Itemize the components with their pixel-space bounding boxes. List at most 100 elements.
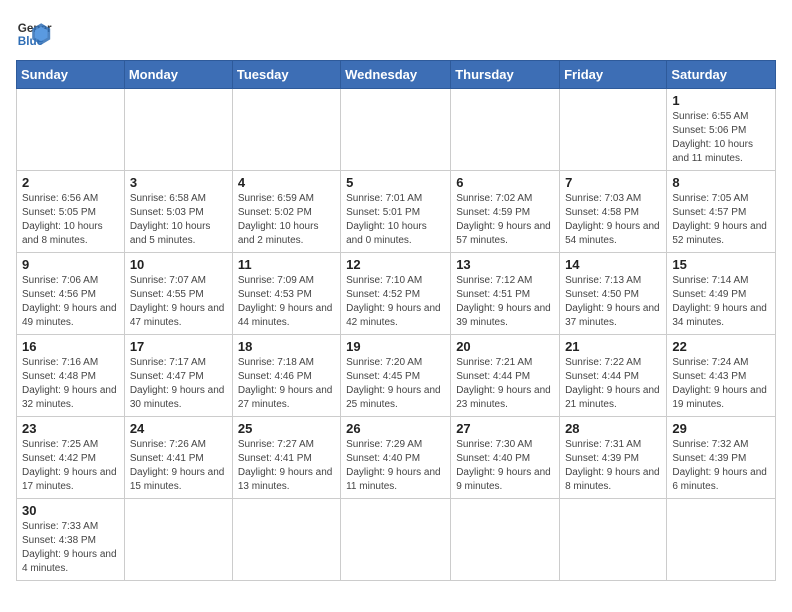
day-info: Sunrise: 7:02 AM Sunset: 4:59 PM Dayligh…: [456, 192, 554, 248]
day-number: 26: [346, 421, 445, 436]
calendar-cell: 10 Sunrise: 7:07 AM Sunset: 4:55 PM Dayli…: [124, 253, 232, 335]
calendar-cell: 6 Sunrise: 7:02 AM Sunset: 4:59 PM Daylig…: [451, 171, 560, 253]
day-number: 6: [456, 175, 554, 190]
logo-icon: General Blue: [16, 16, 52, 52]
calendar-cell: 1 Sunrise: 6:55 AM Sunset: 5:06 PM Daylig…: [667, 89, 776, 171]
day-info: Sunrise: 7:12 AM Sunset: 4:51 PM Dayligh…: [456, 274, 554, 330]
calendar-cell: 17 Sunrise: 7:17 AM Sunset: 4:47 PM Dayli…: [124, 335, 232, 417]
day-number: 29: [672, 421, 770, 436]
calendar-week-row: 30Sunrise: 7:33 AM Sunset: 4:38 PM Dayli…: [17, 499, 776, 581]
calendar-cell: 22 Sunrise: 7:24 AM Sunset: 4:43 PM Dayli…: [667, 335, 776, 417]
calendar-cell: [451, 89, 560, 171]
calendar-cell: 25Sunrise: 7:27 AM Sunset: 4:41 PM Dayli…: [232, 417, 340, 499]
calendar-cell: 15 Sunrise: 7:14 AM Sunset: 4:49 PM Dayli…: [667, 253, 776, 335]
day-number: 28: [565, 421, 661, 436]
day-number: 11: [238, 257, 335, 272]
day-number: 10: [130, 257, 227, 272]
day-number: 4: [238, 175, 335, 190]
calendar-cell: 19Sunrise: 7:20 AM Sunset: 4:45 PM Dayli…: [341, 335, 451, 417]
calendar-cell: 28 Sunrise: 7:31 AM Sunset: 4:39 PM Dayli…: [560, 417, 667, 499]
day-info: Sunrise: 6:58 AM Sunset: 5:03 PM Dayligh…: [130, 192, 227, 248]
calendar-cell: 29 Sunrise: 7:32 AM Sunset: 4:39 PM Dayli…: [667, 417, 776, 499]
day-info: Sunrise: 7:07 AM Sunset: 4:55 PM Dayligh…: [130, 274, 227, 330]
calendar-week-row: 2Sunrise: 6:56 AM Sunset: 5:05 PM Daylig…: [17, 171, 776, 253]
day-number: 9: [22, 257, 119, 272]
calendar-cell: 16Sunrise: 7:16 AM Sunset: 4:48 PM Dayli…: [17, 335, 125, 417]
calendar-cell: 12Sunrise: 7:10 AM Sunset: 4:52 PM Dayli…: [341, 253, 451, 335]
day-info: Sunrise: 7:33 AM Sunset: 4:38 PM Dayligh…: [22, 520, 119, 576]
calendar-cell: 2Sunrise: 6:56 AM Sunset: 5:05 PM Daylig…: [17, 171, 125, 253]
day-info: Sunrise: 7:29 AM Sunset: 4:40 PM Dayligh…: [346, 438, 445, 494]
calendar-cell: [341, 89, 451, 171]
calendar-cell: 8Sunrise: 7:05 AM Sunset: 4:57 PM Daylig…: [667, 171, 776, 253]
calendar-cell: [232, 89, 340, 171]
day-info: Sunrise: 7:25 AM Sunset: 4:42 PM Dayligh…: [22, 438, 119, 494]
day-info: Sunrise: 7:24 AM Sunset: 4:43 PM Dayligh…: [672, 356, 770, 412]
day-number: 17: [130, 339, 227, 354]
day-info: Sunrise: 6:55 AM Sunset: 5:06 PM Dayligh…: [672, 110, 770, 166]
col-header-thursday: Thursday: [451, 61, 560, 89]
day-number: 22: [672, 339, 770, 354]
day-info: Sunrise: 7:10 AM Sunset: 4:52 PM Dayligh…: [346, 274, 445, 330]
day-info: Sunrise: 6:59 AM Sunset: 5:02 PM Dayligh…: [238, 192, 335, 248]
day-number: 3: [130, 175, 227, 190]
calendar-week-row: 23 Sunrise: 7:25 AM Sunset: 4:42 PM Dayli…: [17, 417, 776, 499]
calendar-cell: 7 Sunrise: 7:03 AM Sunset: 4:58 PM Daylig…: [560, 171, 667, 253]
calendar-week-row: 1 Sunrise: 6:55 AM Sunset: 5:06 PM Daylig…: [17, 89, 776, 171]
day-number: 2: [22, 175, 119, 190]
calendar-cell: 14 Sunrise: 7:13 AM Sunset: 4:50 PM Dayli…: [560, 253, 667, 335]
calendar-cell: [124, 499, 232, 581]
day-number: 1: [672, 93, 770, 108]
day-number: 20: [456, 339, 554, 354]
col-header-tuesday: Tuesday: [232, 61, 340, 89]
calendar-cell: 26 Sunrise: 7:29 AM Sunset: 4:40 PM Dayli…: [341, 417, 451, 499]
calendar-cell: 5 Sunrise: 7:01 AM Sunset: 5:01 PM Daylig…: [341, 171, 451, 253]
day-number: 18: [238, 339, 335, 354]
calendar-cell: [667, 499, 776, 581]
calendar-cell: [124, 89, 232, 171]
col-header-monday: Monday: [124, 61, 232, 89]
day-info: Sunrise: 7:13 AM Sunset: 4:50 PM Dayligh…: [565, 274, 661, 330]
day-info: Sunrise: 7:05 AM Sunset: 4:57 PM Dayligh…: [672, 192, 770, 248]
calendar-cell: 21 Sunrise: 7:22 AM Sunset: 4:44 PM Dayli…: [560, 335, 667, 417]
calendar-cell: [560, 499, 667, 581]
day-number: 7: [565, 175, 661, 190]
day-number: 25: [238, 421, 335, 436]
day-number: 21: [565, 339, 661, 354]
col-header-wednesday: Wednesday: [341, 61, 451, 89]
day-info: Sunrise: 7:31 AM Sunset: 4:39 PM Dayligh…: [565, 438, 661, 494]
day-number: 23: [22, 421, 119, 436]
day-info: Sunrise: 7:20 AM Sunset: 4:45 PM Dayligh…: [346, 356, 445, 412]
calendar-cell: 27Sunrise: 7:30 AM Sunset: 4:40 PM Dayli…: [451, 417, 560, 499]
day-number: 13: [456, 257, 554, 272]
calendar-cell: 13 Sunrise: 7:12 AM Sunset: 4:51 PM Dayli…: [451, 253, 560, 335]
day-info: Sunrise: 7:03 AM Sunset: 4:58 PM Dayligh…: [565, 192, 661, 248]
day-info: Sunrise: 7:01 AM Sunset: 5:01 PM Dayligh…: [346, 192, 445, 248]
day-number: 27: [456, 421, 554, 436]
day-number: 24: [130, 421, 227, 436]
col-header-friday: Friday: [560, 61, 667, 89]
day-number: 5: [346, 175, 445, 190]
col-header-sunday: Sunday: [17, 61, 125, 89]
calendar-week-row: 9 Sunrise: 7:06 AM Sunset: 4:56 PM Daylig…: [17, 253, 776, 335]
calendar-cell: 18Sunrise: 7:18 AM Sunset: 4:46 PM Dayli…: [232, 335, 340, 417]
calendar-cell: 11 Sunrise: 7:09 AM Sunset: 4:53 PM Dayli…: [232, 253, 340, 335]
day-info: Sunrise: 7:06 AM Sunset: 4:56 PM Dayligh…: [22, 274, 119, 330]
day-info: Sunrise: 7:22 AM Sunset: 4:44 PM Dayligh…: [565, 356, 661, 412]
day-info: Sunrise: 7:14 AM Sunset: 4:49 PM Dayligh…: [672, 274, 770, 330]
day-number: 14: [565, 257, 661, 272]
day-info: Sunrise: 7:17 AM Sunset: 4:47 PM Dayligh…: [130, 356, 227, 412]
calendar-cell: [341, 499, 451, 581]
page-header: General Blue: [16, 16, 776, 52]
day-info: Sunrise: 7:32 AM Sunset: 4:39 PM Dayligh…: [672, 438, 770, 494]
calendar: SundayMondayTuesdayWednesdayThursdayFrid…: [16, 60, 776, 581]
day-number: 15: [672, 257, 770, 272]
day-info: Sunrise: 7:09 AM Sunset: 4:53 PM Dayligh…: [238, 274, 335, 330]
day-info: Sunrise: 7:21 AM Sunset: 4:44 PM Dayligh…: [456, 356, 554, 412]
calendar-cell: [560, 89, 667, 171]
calendar-cell: 3 Sunrise: 6:58 AM Sunset: 5:03 PM Daylig…: [124, 171, 232, 253]
calendar-cell: 30Sunrise: 7:33 AM Sunset: 4:38 PM Dayli…: [17, 499, 125, 581]
day-number: 16: [22, 339, 119, 354]
calendar-cell: 24Sunrise: 7:26 AM Sunset: 4:41 PM Dayli…: [124, 417, 232, 499]
calendar-cell: [451, 499, 560, 581]
